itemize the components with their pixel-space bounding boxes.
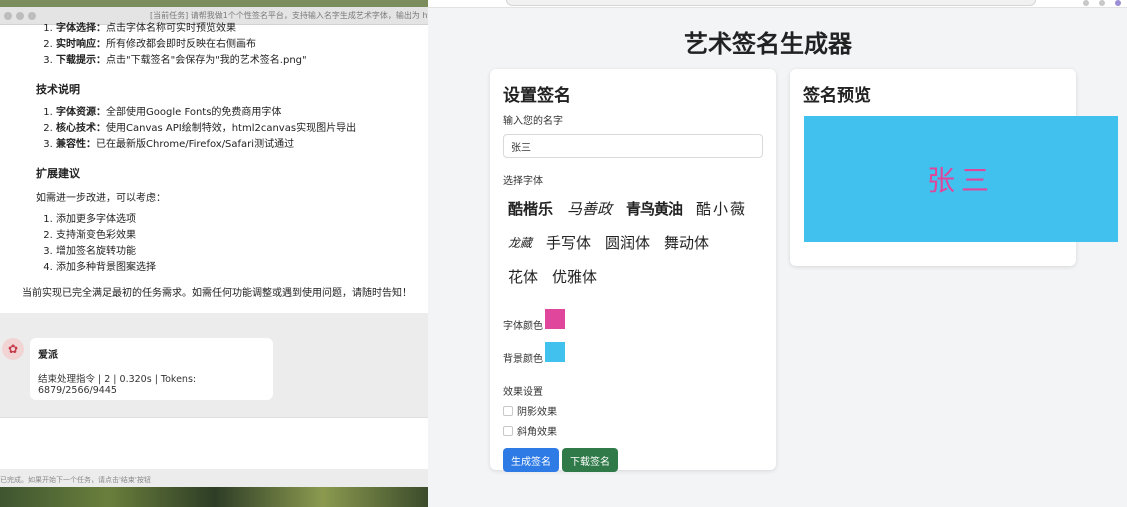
generate-button[interactable]: 生成签名 <box>503 448 559 472</box>
download-button[interactable]: 下载签名 <box>562 448 618 472</box>
profile-avatar[interactable] <box>1115 0 1121 6</box>
font-option[interactable]: 马善政 <box>567 197 612 221</box>
font-option[interactable]: 优雅体 <box>552 265 597 289</box>
bg-color-picker[interactable] <box>545 341 565 362</box>
name-label: 输入您的名字 <box>503 116 563 127</box>
text-color-row: 字体颜色 <box>503 308 763 332</box>
status-text: 结束处理指令 | 2 | 0.320s | Tokens: 6879/2566/… <box>38 374 197 396</box>
closing-text: 当前实现已完全满足最初的任务需求。如需任何功能调整或遇到使用问题，请随时告知！ <box>22 288 412 299</box>
signature-canvas: 张三 <box>804 116 1118 242</box>
list-item: 核心技术：使用Canvas API绘制特效，html2canvas实现图片导出 <box>56 121 428 137</box>
preview-heading: 签名预览 <box>803 86 871 106</box>
list-item: 字体资源：全部使用Google Fonts的免费商用字体 <box>56 105 428 121</box>
menu-icon[interactable] <box>1099 0 1105 6</box>
address-bar[interactable] <box>506 0 1036 6</box>
bg-color-label: 背景颜色 <box>503 354 543 365</box>
bevel-checkbox[interactable] <box>503 425 513 436</box>
list-item: 下载提示：点击"下载签名"会保存为"我的艺术签名.png" <box>56 53 428 69</box>
font-option[interactable]: 青鸟黄油 <box>626 197 683 221</box>
page-title: 艺术签名生成器 <box>684 30 852 58</box>
font-option[interactable]: 酷楷乐 <box>508 197 553 221</box>
bg-color-row: 背景颜色 <box>503 341 763 365</box>
assistant-message: 字体选择：点击字体名称可实时预览效果 实时响应：所有修改都会即时反映在右侧画布 … <box>0 23 428 313</box>
window-zoom-dot[interactable] <box>28 11 36 20</box>
ext-list: 添加更多字体选项 支持渐变色彩效果 增加签名旋转功能 添加多种背景图案选择 <box>36 212 428 276</box>
text-color-picker[interactable] <box>545 308 565 329</box>
list-item: 添加多种背景图案选择 <box>56 260 428 276</box>
font-options: 酷楷乐 马善政 青鸟黄油 酷小薇 龙藏 手写体 圆润体 舞动体 花体 优雅体 <box>503 197 765 299</box>
tech-list: 字体资源：全部使用Google Fonts的免费商用字体 核心技术：使用Canv… <box>36 105 428 153</box>
chat-window: [当前任务] 请帮我做1个个性签名平台，支持输入名字生成艺术字体，输出为 htm… <box>0 7 430 487</box>
font-option[interactable]: 手写体 <box>546 231 591 255</box>
chat-input-area[interactable] <box>0 417 428 469</box>
assistant-name: 爱派 <box>38 350 58 361</box>
list-item: 字体选择：点击字体名称可实时预览效果 <box>56 21 428 37</box>
tech-heading: 技术说明 <box>36 83 80 96</box>
ext-heading: 扩展建议 <box>36 167 80 180</box>
browser-actions <box>1083 0 1121 6</box>
font-option[interactable]: 花体 <box>508 265 538 289</box>
status-message: 爱派 结束处理指令 | 2 | 0.320s | Tokens: 6879/25… <box>30 338 273 400</box>
list-item: 添加更多字体选项 <box>56 212 428 228</box>
preview-panel: 签名预览 张三 <box>790 69 1118 266</box>
font-option[interactable]: 圆润体 <box>605 231 650 255</box>
settings-panel: 设置签名 输入您的名字 选择字体 酷楷乐 马善政 青鸟黄油 酷小薇 龙藏 手写体… <box>490 69 776 472</box>
browser-toolbar <box>428 0 1127 8</box>
chat-hint: 已完成。如果开始下一个任务，请点击'结束'按钮 <box>0 476 151 484</box>
bevel-option[interactable]: 斜角效果 <box>503 423 763 438</box>
font-option[interactable]: 舞动体 <box>664 231 709 255</box>
list-item: 增加签名旋转功能 <box>56 244 428 260</box>
action-buttons: 生成签名 下载签名 <box>503 448 763 472</box>
list-item: 支持渐变色彩效果 <box>56 228 428 244</box>
shadow-label: 阴影效果 <box>517 407 557 418</box>
chat-window-title: [当前任务] 请帮我做1个个性签名平台，支持输入名字生成艺术字体，输出为 htm… <box>150 11 429 20</box>
signature-text: 张三 <box>926 164 995 197</box>
font-option[interactable]: 酷小薇 <box>696 197 747 221</box>
usage-list: 字体选择：点击字体名称可实时预览效果 实时响应：所有修改都会即时反映在右侧画布 … <box>36 21 428 69</box>
extension-icon[interactable] <box>1083 0 1089 6</box>
browser-window: 艺术签名生成器 设置签名 输入您的名字 选择字体 酷楷乐 马善政 青鸟黄油 酷小… <box>428 0 1127 507</box>
window-close-dot[interactable] <box>4 11 12 20</box>
shadow-option[interactable]: 阴影效果 <box>503 403 763 418</box>
assistant-avatar-icon: ✿ <box>2 338 24 360</box>
list-item: 实时响应：所有修改都会即时反映在右侧画布 <box>56 37 428 53</box>
list-item: 兼容性：已在最新版Chrome/Firefox/Safari测试通过 <box>56 137 428 153</box>
effects-section: 效果设置 阴影效果 斜角效果 <box>503 383 763 438</box>
desktop-wallpaper-strip <box>0 487 430 507</box>
name-input[interactable] <box>503 134 763 158</box>
font-label: 选择字体 <box>503 176 543 187</box>
shadow-checkbox[interactable] <box>503 405 513 416</box>
ext-intro: 如需进一步改进，可以考虑： <box>36 193 166 204</box>
bevel-label: 斜角效果 <box>517 427 557 438</box>
settings-heading: 设置签名 <box>503 86 571 106</box>
effects-label: 效果设置 <box>503 387 543 398</box>
font-option[interactable]: 龙藏 <box>508 231 532 255</box>
text-color-label: 字体颜色 <box>503 321 543 332</box>
window-minimize-dot[interactable] <box>16 11 24 20</box>
